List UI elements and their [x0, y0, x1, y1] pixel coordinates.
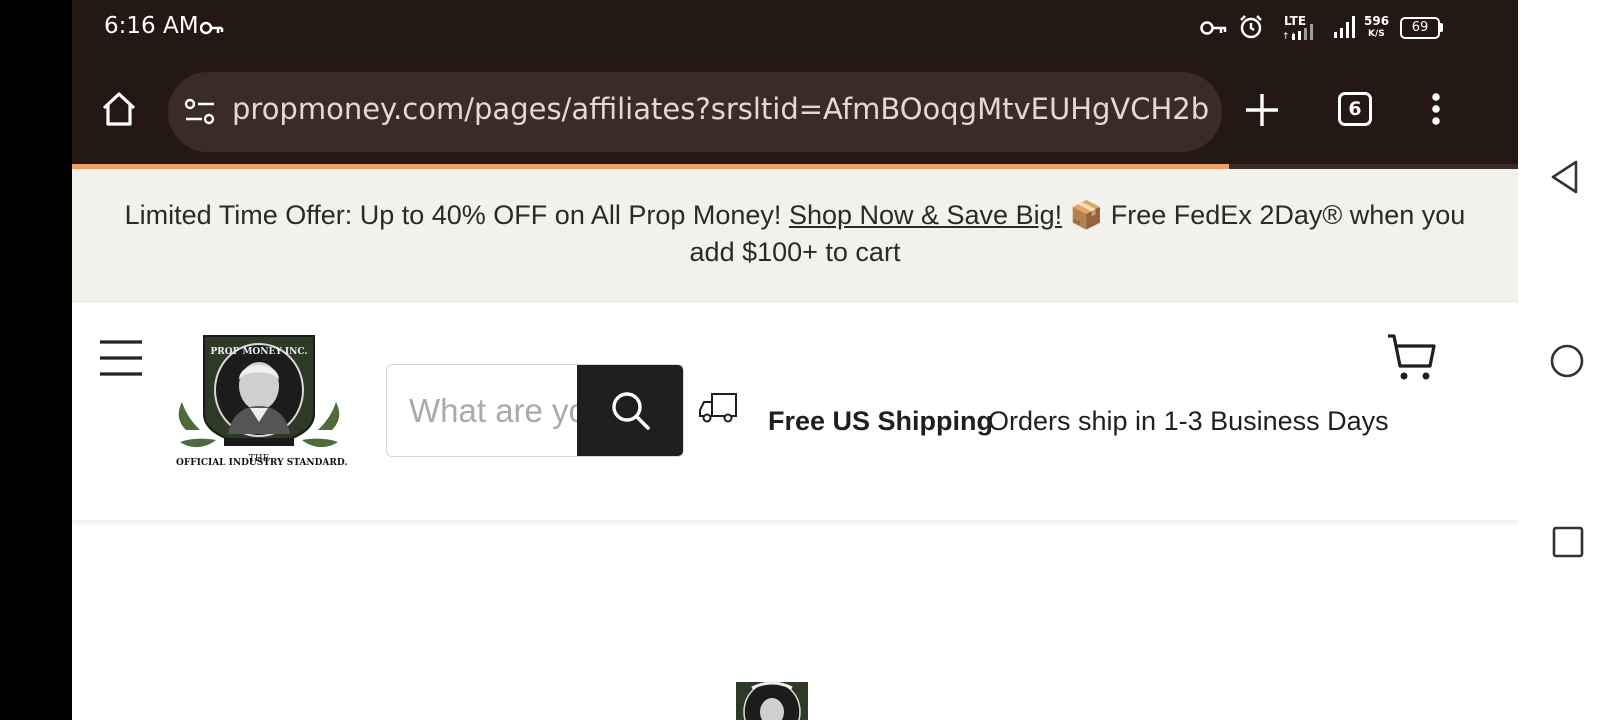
- site-header: PROP MONEY INC. THE OFFICIAL INDUSTRY ST…: [72, 302, 1518, 520]
- square-recents-icon: [1552, 526, 1584, 558]
- signal-icon: [1334, 16, 1355, 38]
- tab-switcher-button[interactable]: 6: [1338, 92, 1372, 126]
- shipping-text: Orders ship in 1-3 Business Days: [988, 406, 1389, 436]
- prop-money-logo: PROP MONEY INC. THE: [178, 335, 340, 464]
- search-icon: [612, 392, 650, 430]
- status-time: 6:16 AM: [104, 13, 199, 39]
- lte-signal-icon: ↑↓: [1282, 24, 1313, 40]
- home-icon: [102, 92, 136, 126]
- search-input[interactable]: [387, 365, 577, 456]
- search-form: [386, 364, 684, 457]
- svg-text:PROP MONEY INC.: PROP MONEY INC.: [210, 347, 307, 357]
- more-menu-button[interactable]: [1428, 90, 1444, 130]
- more-vertical-icon: [1432, 93, 1440, 125]
- truck-icon: [699, 393, 737, 423]
- cart-button[interactable]: [1386, 332, 1438, 382]
- package-icon: 📦: [1069, 200, 1104, 230]
- vpn-key-icon: [200, 21, 224, 35]
- key-icon: [1200, 21, 1227, 35]
- menu-button[interactable]: [98, 338, 144, 378]
- circle-home-icon: [1550, 344, 1584, 378]
- promo-shop-link[interactable]: Shop Now & Save Big!: [789, 200, 1062, 230]
- home-button[interactable]: [100, 90, 138, 128]
- browser-toolbar: propmoney.com/pages/affiliates?srsltid=A…: [72, 56, 1518, 164]
- status-bar: 6:16 AM LTE ↑↓ 596 K/S 69: [72, 0, 1518, 56]
- logo-caption: OFFICIAL INDUSTRY STANDARD.: [176, 458, 348, 468]
- alarm-icon: [1240, 15, 1262, 39]
- home-nav-button[interactable]: [1550, 344, 1584, 378]
- data-rate: 596: [1364, 14, 1390, 28]
- phone-screen: 6:16 AM LTE ↑↓ 596 K/S 69 propmoney.com/…: [72, 0, 1518, 720]
- recents-button[interactable]: [1552, 526, 1584, 558]
- promo-text: Limited Time Offer: Up to 40% OFF on All…: [124, 200, 782, 230]
- tab-count: 6: [1348, 98, 1362, 120]
- promo-banner: Limited Time Offer: Up to 40% OFF on All…: [72, 169, 1518, 302]
- site-logo[interactable]: PROP MONEY INC. THE OFFICIAL INDUSTRY ST…: [176, 330, 348, 472]
- search-button[interactable]: [577, 365, 683, 456]
- url-text[interactable]: propmoney.com/pages/affiliates?srsltid=A…: [232, 92, 1209, 126]
- site-settings-icon[interactable]: [184, 97, 216, 127]
- shipping-title: Free US Shipping: [768, 406, 994, 436]
- system-navigation-bar: [1518, 0, 1612, 720]
- battery-tip: [1440, 23, 1443, 32]
- back-button[interactable]: [1550, 160, 1580, 194]
- back-triangle-icon: [1551, 160, 1578, 194]
- hamburger-menu-icon: [100, 340, 142, 376]
- plus-icon: [1246, 94, 1278, 126]
- battery-level: 69: [1411, 20, 1429, 35]
- svg-text:↑↓: ↑↓: [1282, 32, 1297, 40]
- battery-icon: 69: [1400, 17, 1440, 39]
- prop-money-logo: [736, 681, 808, 720]
- url-bar[interactable]: propmoney.com/pages/affiliates?srsltid=A…: [168, 72, 1222, 152]
- content-logo-partial: [732, 678, 812, 720]
- cart-icon: [1388, 334, 1436, 380]
- data-rate-unit: K/S: [1368, 29, 1385, 39]
- new-tab-button[interactable]: [1242, 90, 1282, 130]
